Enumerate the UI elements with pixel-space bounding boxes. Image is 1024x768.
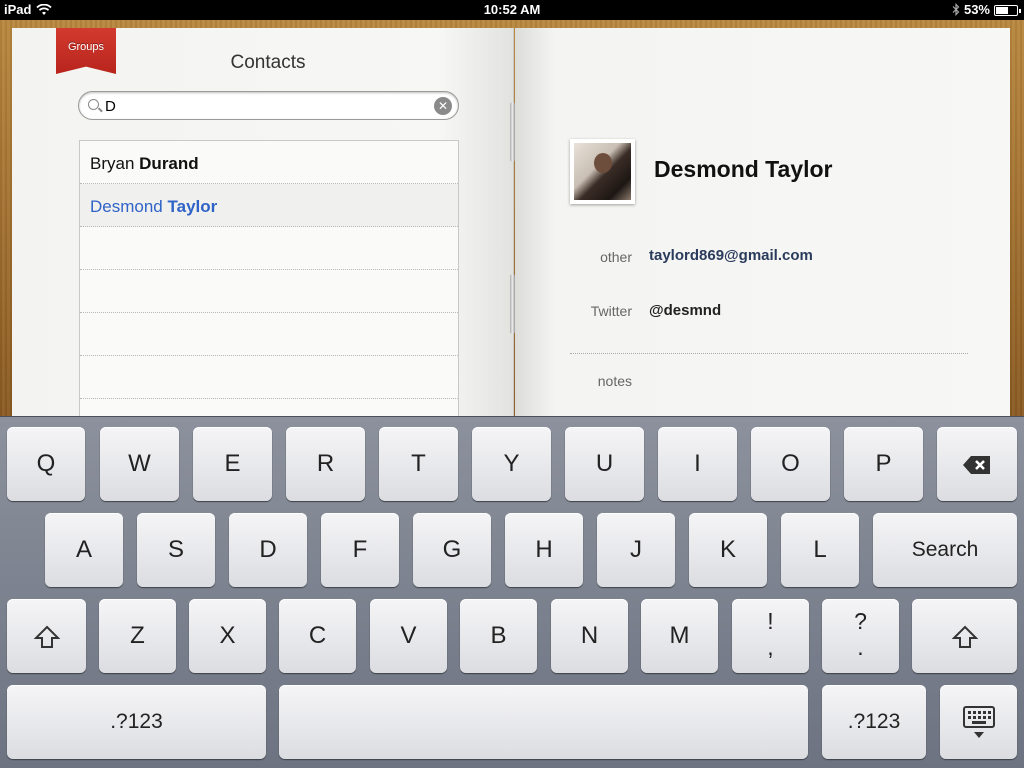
key-z[interactable]: Z xyxy=(99,599,176,673)
key-l[interactable]: L xyxy=(781,513,859,587)
key-k[interactable]: K xyxy=(689,513,767,587)
key-a[interactable]: A xyxy=(45,513,123,587)
battery-fill xyxy=(996,6,1008,14)
key-o[interactable]: O xyxy=(751,427,830,501)
key-c[interactable]: C xyxy=(279,599,356,673)
key-r[interactable]: R xyxy=(286,427,365,501)
key-s[interactable]: S xyxy=(137,513,215,587)
avatar-photo xyxy=(574,143,631,200)
status-time: 10:52 AM xyxy=(483,2,541,17)
keyboard-hide-icon xyxy=(962,705,995,738)
empty-row xyxy=(80,227,458,270)
key-f[interactable]: F xyxy=(321,513,399,587)
key-x[interactable]: X xyxy=(189,599,266,673)
key-n[interactable]: N xyxy=(551,599,628,673)
key-exclaim-comma[interactable]: ! , xyxy=(732,599,809,673)
key-h[interactable]: H xyxy=(505,513,583,587)
spine-ring-icon xyxy=(510,102,515,162)
key-w[interactable]: W xyxy=(100,427,179,501)
right-page xyxy=(515,28,1010,420)
key-bottom-char: , xyxy=(767,634,774,660)
twitter-label: Twitter xyxy=(590,303,632,319)
contact-first-name: Desmond xyxy=(90,197,163,216)
avatar[interactable] xyxy=(570,139,635,204)
contact-row-desmond-taylor[interactable]: Desmond Taylor xyxy=(80,184,458,227)
contact-last-name: Taylor xyxy=(167,197,218,216)
status-bar: iPad 10:52 AM 53% xyxy=(0,0,1024,20)
key-j[interactable]: J xyxy=(597,513,675,587)
key-d[interactable]: D xyxy=(229,513,307,587)
search-icon xyxy=(88,99,99,110)
key-top-char: ? xyxy=(854,608,867,634)
numbers-key-left[interactable]: .?123 xyxy=(7,685,266,759)
key-b[interactable]: B xyxy=(460,599,537,673)
search-bar[interactable]: ✕ xyxy=(78,91,459,120)
key-q[interactable]: Q xyxy=(7,427,85,501)
empty-row xyxy=(80,356,458,399)
numbers-key-right[interactable]: .?123 xyxy=(822,685,926,759)
key-y[interactable]: Y xyxy=(472,427,551,501)
empty-row xyxy=(80,313,458,356)
key-e[interactable]: E xyxy=(193,427,272,501)
email-value[interactable]: taylord869@gmail.com xyxy=(649,247,813,264)
spine-ring-icon xyxy=(510,274,515,334)
key-p[interactable]: P xyxy=(844,427,923,501)
key-m[interactable]: M xyxy=(641,599,718,673)
battery-icon xyxy=(994,4,1021,16)
backspace-icon xyxy=(963,455,990,474)
space-key[interactable] xyxy=(279,685,808,759)
hide-keyboard-key[interactable] xyxy=(940,685,1017,759)
bluetooth-icon xyxy=(952,3,960,16)
keyboard: Q W E R T Y U I O P A S D F G H J K L Se… xyxy=(0,416,1024,768)
twitter-value[interactable]: @desmnd xyxy=(649,302,721,319)
key-top-char: ! xyxy=(767,608,774,634)
notes-label: notes xyxy=(597,373,632,389)
divider xyxy=(570,353,968,354)
clear-icon[interactable]: ✕ xyxy=(434,97,452,115)
ipad-screen: iPad 10:52 AM 53% Groups Contacts D ✕ Br… xyxy=(0,0,1024,768)
key-u[interactable]: U xyxy=(565,427,644,501)
shift-key-left[interactable] xyxy=(7,599,86,673)
shift-key-right[interactable] xyxy=(912,599,1017,673)
search-input[interactable] xyxy=(105,96,425,116)
page-title: Contacts xyxy=(230,52,306,73)
key-question-period[interactable]: ? . xyxy=(822,599,899,673)
key-g[interactable]: G xyxy=(413,513,491,587)
contact-row-bryan-durand[interactable]: Bryan Durand xyxy=(80,141,458,184)
key-i[interactable]: I xyxy=(658,427,737,501)
key-t[interactable]: T xyxy=(379,427,458,501)
email-label: other xyxy=(600,249,632,265)
empty-row xyxy=(80,270,458,313)
contact-list: Bryan Durand Desmond Taylor xyxy=(79,140,459,420)
contact-last-name: Durand xyxy=(139,154,199,173)
battery-percent: 53% xyxy=(963,2,990,17)
shift-icon xyxy=(951,625,978,648)
key-v[interactable]: V xyxy=(370,599,447,673)
contact-first-name: Bryan xyxy=(90,154,135,173)
shift-icon xyxy=(33,625,60,648)
status-right: 53% xyxy=(952,2,1021,17)
key-bottom-char: . xyxy=(857,634,864,660)
backspace-key[interactable] xyxy=(937,427,1017,501)
contact-name: Desmond Taylor xyxy=(654,156,833,182)
search-key[interactable]: Search xyxy=(873,513,1017,587)
